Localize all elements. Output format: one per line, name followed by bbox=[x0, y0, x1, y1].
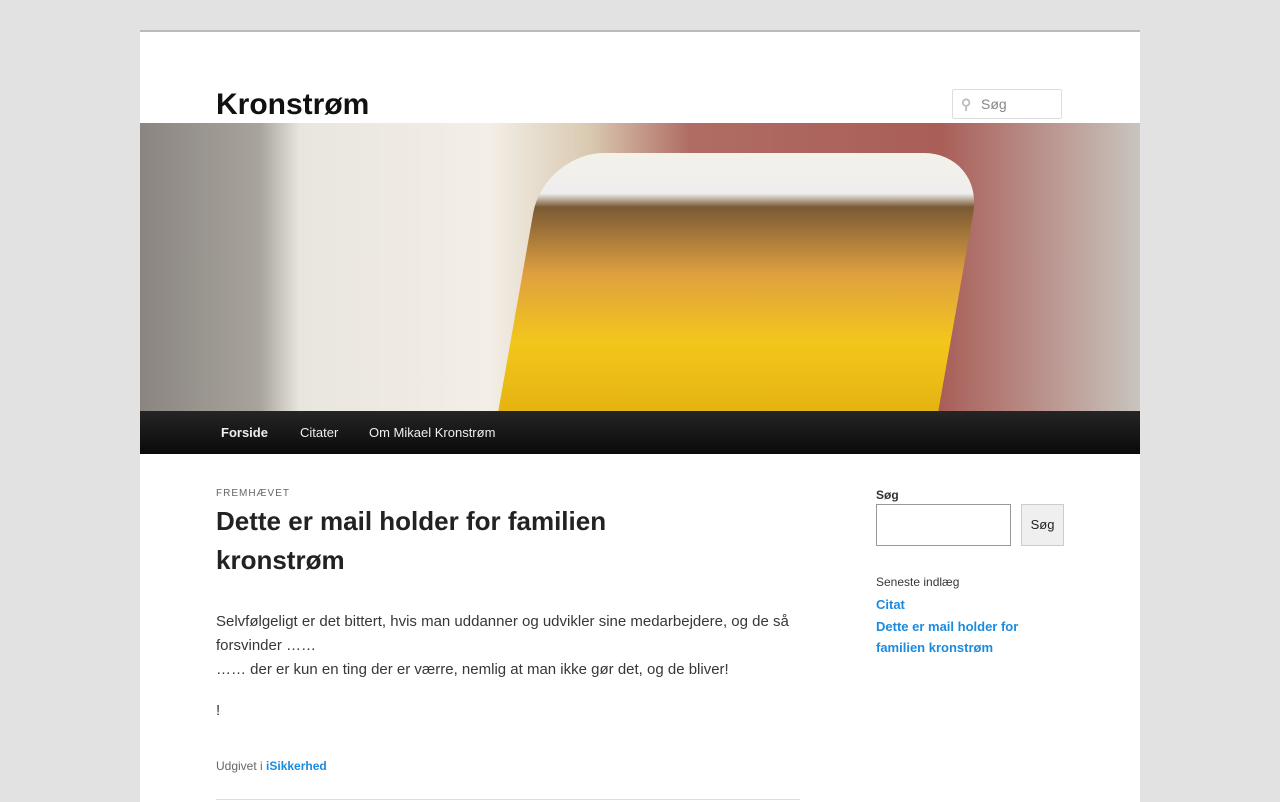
nav-citater[interactable]: Citater bbox=[300, 425, 338, 440]
recent-post-link[interactable]: Citat bbox=[876, 597, 905, 612]
recent-posts-heading: Seneste indlæg bbox=[876, 575, 960, 589]
meta-prefix: Udgivet i bbox=[216, 759, 263, 773]
page: Kronstrøm ⚲ Søg Forside Citater Om Mikael… bbox=[140, 30, 1140, 802]
post-content: Selvfølgeligt er det bittert, hvis man u… bbox=[216, 610, 806, 740]
recent-post-link[interactable]: Dette er mail holder for familien kronst… bbox=[876, 619, 1018, 656]
search-icon: ⚲ bbox=[961, 96, 972, 112]
post-title[interactable]: Dette er mail holder for familien kronst… bbox=[216, 502, 636, 580]
category-link[interactable]: iSikkerhed bbox=[266, 759, 327, 773]
featured-label: FREMHÆVET bbox=[216, 488, 290, 499]
sidebar-search-button[interactable]: Søg bbox=[1021, 504, 1064, 546]
nav-om[interactable]: Om Mikael Kronstrøm bbox=[369, 425, 495, 440]
tram-image bbox=[496, 153, 984, 411]
main-nav: Forside Citater Om Mikael Kronstrøm bbox=[140, 411, 1140, 454]
site-title[interactable]: Kronstrøm bbox=[216, 88, 369, 122]
sidebar-search-label: Søg bbox=[876, 488, 899, 502]
recent-posts-list: Citat Dette er mail holder for familien … bbox=[876, 594, 1046, 659]
paragraph: ! bbox=[216, 702, 221, 719]
post-meta: Udgivet i iSikkerhed bbox=[216, 759, 327, 773]
paragraph: …… der er kun en ting der er værre, neml… bbox=[216, 661, 729, 678]
header-search-input[interactable]: ⚲ Søg bbox=[952, 89, 1062, 119]
search-placeholder: Søg bbox=[981, 96, 1007, 112]
header-banner-image bbox=[140, 123, 1140, 411]
sidebar-search-input[interactable] bbox=[876, 504, 1011, 546]
nav-forside[interactable]: Forside bbox=[221, 425, 268, 440]
paragraph: Selvfølgeligt er det bittert, hvis man u… bbox=[216, 613, 789, 654]
